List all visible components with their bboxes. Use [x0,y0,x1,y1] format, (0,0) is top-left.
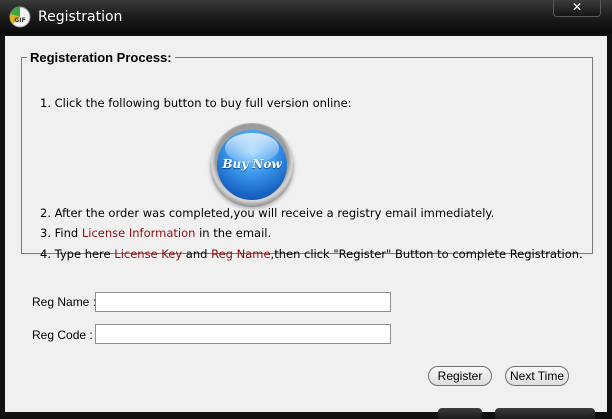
bottom-frame-tab-left [438,408,482,419]
step-4-text: 4. Type here License Key and Reg Name,th… [40,247,583,261]
license-information-highlight: License Information [81,226,196,240]
svg-text:GIF: GIF [14,17,25,24]
step-4-prefix: 4. Type here [40,247,115,261]
reg-name-label: Reg Name : [32,295,97,309]
window-title: Registration [38,9,123,25]
reg-code-label: Reg Code : [32,328,93,342]
bottom-frame-tab-right [495,408,595,419]
registration-window: GIF Registration ✕ Registeration Process… [0,0,612,419]
license-key-highlight: License Key [114,247,183,261]
step-4-middle: and [182,247,212,261]
step-3-suffix: in the email. [195,226,272,240]
next-time-button[interactable]: Next Time [505,366,569,386]
close-button[interactable]: ✕ [553,0,601,17]
gif-app-icon: GIF [9,6,31,28]
step-1-text: 1. Click the following button to buy ful… [40,96,352,110]
dialog-body: Registeration Process: 1. Click the foll… [5,36,607,412]
title-bar[interactable]: GIF Registration ✕ [0,0,612,34]
buy-now-orb: Buy Now [217,130,287,200]
registration-process-group: Registeration Process: 1. Click the foll… [21,50,593,261]
step-2-text: 2. After the order was completed,you wil… [40,206,495,220]
buy-now-label: Buy Now [222,157,282,171]
close-icon: ✕ [571,0,583,14]
step-3-text: 3. Find License Information in the email… [40,226,271,240]
process-legend: Registeration Process: [30,50,172,65]
buy-now-button[interactable]: Buy Now [210,123,294,207]
reg-name-input[interactable] [95,292,391,312]
reg-name-highlight: Reg Name [211,247,271,261]
reg-code-input[interactable] [95,324,391,344]
step-3-prefix: 3. Find [40,226,82,240]
step-4-suffix: ,then click "Register" Button to complet… [270,247,583,261]
register-button[interactable]: Register [428,366,492,386]
